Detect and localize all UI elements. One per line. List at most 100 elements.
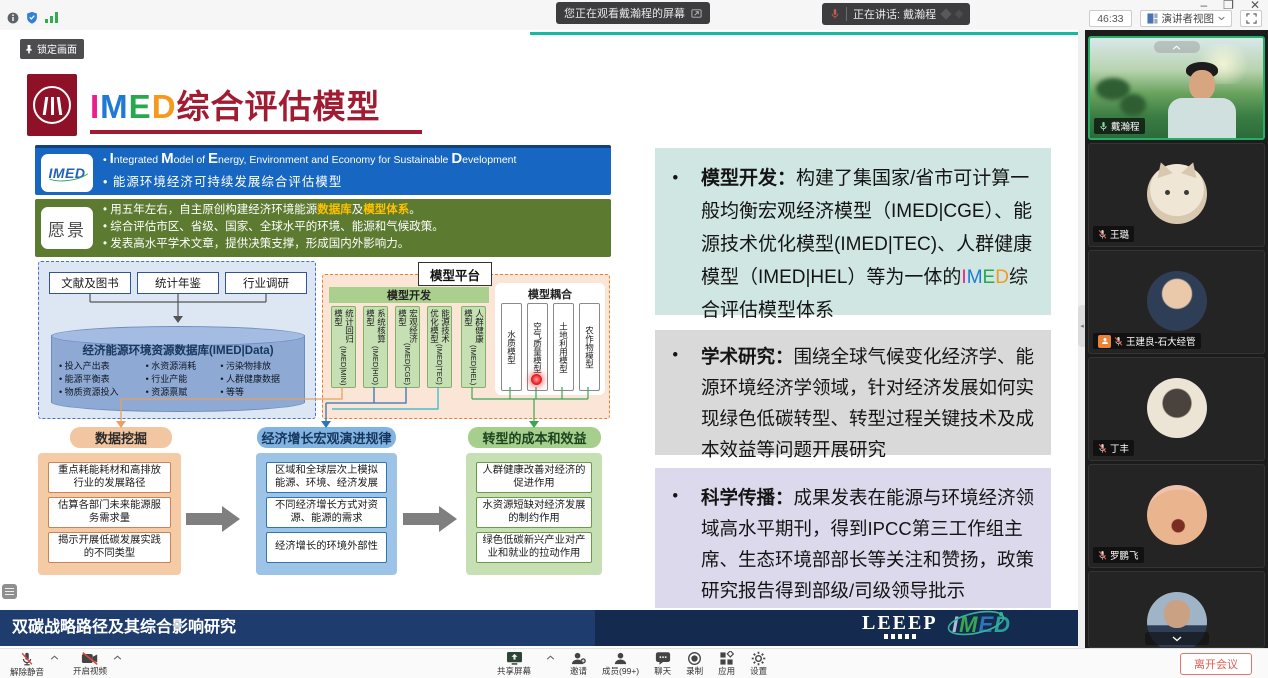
stage-item: 绿色低碳新兴产业对产业和就业的拉动作用 — [476, 532, 592, 563]
share-screen-button[interactable]: 共享屏幕 — [497, 651, 531, 676]
title-letter-m: M — [100, 88, 129, 125]
members-icon — [613, 651, 628, 666]
model-platform-title: 模型平台 — [418, 262, 492, 286]
chat-button[interactable]: 聊天 — [654, 651, 671, 676]
avatar — [1147, 378, 1207, 438]
video-tile[interactable]: 王建良-石大经管 — [1088, 250, 1265, 354]
view-mode-label: 演讲者视图 — [1162, 11, 1215, 26]
participant-label: 王建良-石大经管 — [1093, 333, 1201, 349]
fullscreen-icon — [1246, 13, 1257, 24]
fullscreen-button[interactable] — [1240, 10, 1262, 27]
avatar — [1147, 164, 1207, 224]
model-coupling-group: 模型耦合 水质模型 空气质量模型 土地利用模型 农作物模型 — [495, 283, 605, 395]
shared-screen: 锁定画面 IMED综合评估模型 IMED Integrated Model of… — [0, 30, 1078, 648]
coupling-model-box: 农作物模型 — [579, 303, 600, 391]
vision-line-2: 综合评估市区、省级、国家、全球水平的环境、能源和气候政策。 — [103, 219, 607, 236]
stage-item: 重点耗能耗材和高排放行业的发展路径 — [48, 462, 171, 493]
title-letter-d: D — [152, 88, 177, 125]
apps-icon — [719, 651, 734, 666]
share-screen-icon — [506, 651, 523, 666]
top-bar: 您正在观看戴瀚程的屏幕 正在讲话: 戴瀚程 – ❐ ✕ 46:33 演讲者视图 — [0, 0, 1268, 30]
imed-chinese-name: 能源环境经济可持续发展综合评估模型 — [103, 171, 605, 190]
network-signal-icon[interactable] — [45, 12, 58, 23]
stage-item: 区域和全球层次上模拟能源、环境、经济发展 — [266, 462, 387, 493]
bullet-panel-communication: •科学传播：成果发表在能源与环境经济领域高水平期刊，得到IPCC第三工作组主席、… — [655, 468, 1051, 608]
lock-view-button[interactable]: 锁定画面 — [20, 39, 84, 59]
watching-banner-text: 您正在观看戴瀚程的屏幕 — [564, 5, 685, 21]
stage-pill-transition-cost: 转型的成本和效益 — [468, 427, 601, 448]
video-tile-speaker[interactable]: 戴瀚程 — [1088, 36, 1265, 140]
video-tile[interactable] — [1088, 571, 1265, 648]
database-title: 经济能源环境资源数据库(IMED|Data) — [51, 342, 305, 358]
stage-box-transition-cost: 人群健康改善对经济的促进作用 水资源短缺对经济发展的制约作用 绿色低碳新兴产业对… — [466, 453, 602, 575]
stage-item: 经济增长的环境外部性 — [266, 532, 387, 563]
video-options-chevron[interactable] — [113, 655, 122, 660]
layout-icon — [1147, 13, 1158, 24]
pin-icon — [25, 44, 33, 54]
chat-label: 聊天 — [654, 667, 671, 676]
imed-english-name: Integrated Model of Energy, Environment … — [103, 152, 605, 167]
participant-label: 王璐 — [1093, 226, 1134, 242]
model-box: 人群健康模型(IMED|HEL) — [461, 306, 486, 388]
video-tile[interactable]: 罗鹏飞 — [1088, 464, 1265, 568]
laser-pointer-dot — [531, 374, 542, 385]
record-button[interactable]: 录制 — [686, 651, 703, 676]
share-screen-label: 共享屏幕 — [497, 667, 531, 676]
annotation-toolbar-handle[interactable] — [2, 584, 17, 599]
watching-banner: 您正在观看戴瀚程的屏幕 — [556, 2, 710, 24]
settings-button[interactable]: 设置 — [750, 651, 767, 676]
vision-chip: 愿景 — [41, 207, 93, 249]
flow-arrow — [186, 506, 242, 532]
video-tile[interactable]: 丁丰 — [1088, 357, 1265, 461]
mic-muted-icon — [1114, 336, 1123, 347]
speaking-mic-icon — [830, 8, 840, 20]
speaking-banner-text: 正在讲话: 戴瀚程 — [853, 6, 936, 22]
tile-options-button[interactable] — [1154, 41, 1200, 53]
chevron-up-icon — [1172, 45, 1181, 50]
coupling-model-box: 水质模型 — [501, 303, 522, 391]
info-icon[interactable] — [7, 12, 19, 24]
leave-meeting-button[interactable]: 离开会议 — [1180, 653, 1252, 675]
scroll-more-participants-button[interactable] — [1145, 632, 1209, 645]
share-border-line — [530, 32, 1078, 35]
mic-options-chevron[interactable] — [50, 655, 59, 660]
members-button[interactable]: 成员(99+) — [602, 651, 639, 676]
unmute-button[interactable]: 解除静音 — [10, 651, 44, 677]
invite-button[interactable]: 邀请 — [570, 651, 587, 676]
speaking-banner: 正在讲话: 戴瀚程 — [822, 3, 970, 25]
participant-name: 丁丰 — [1110, 441, 1129, 455]
avatar — [1147, 271, 1207, 331]
security-shield-icon[interactable] — [26, 11, 38, 24]
video-tile[interactable]: 王璐 — [1088, 143, 1265, 247]
apps-button[interactable]: 应用 — [718, 651, 735, 676]
bullet-panel-research: •学术研究：围绕全球气候变化经济学、能源环境经济学领域，针对经济发展如何实现绿色… — [655, 330, 1051, 455]
view-mode-button[interactable]: 演讲者视图 — [1140, 10, 1233, 27]
vision-line-1: 用五年左右，自主原创构建经济环境能源数据库及模型体系。 — [103, 202, 607, 219]
participant-name: 罗鹏飞 — [1110, 548, 1139, 562]
stage-box-data-mining: 重点耗能耗材和高排放行业的发展路径 估算各部门未来能源服务需求量 揭示开展低碳发… — [38, 453, 181, 575]
record-label: 录制 — [686, 667, 703, 676]
participant-label: 丁丰 — [1093, 440, 1134, 456]
participant-label: 罗鹏飞 — [1093, 547, 1144, 563]
mic-muted-icon — [1098, 443, 1107, 454]
mic-muted-icon — [1098, 229, 1107, 240]
title-underline — [90, 130, 422, 134]
invite-label: 邀请 — [570, 667, 587, 676]
mic-on-icon — [1099, 121, 1108, 132]
settings-label: 设置 — [750, 667, 767, 676]
stage-item: 人群健康改善对经济的促进作用 — [476, 462, 592, 493]
model-coupling-header: 模型耦合 — [495, 286, 605, 302]
audio-wave-decor — [940, 8, 951, 19]
audio-wave-decor — [955, 10, 963, 18]
title-letter-i: I — [90, 88, 100, 125]
stage-pill-macro-evolution: 经济增长宏观演进规律 — [257, 427, 396, 448]
apps-label: 应用 — [718, 667, 735, 676]
meeting-toolbar: 解除静音 开启视频 共享屏幕 邀请 成员(99+) — [0, 648, 1268, 678]
flow-arrow — [403, 506, 459, 532]
exit-watch-icon[interactable] — [691, 8, 702, 19]
imed-swoosh-icon — [946, 609, 1010, 639]
start-video-button[interactable]: 开启视频 — [73, 651, 107, 676]
share-options-chevron[interactable] — [546, 655, 555, 660]
slide-footer-title: 双碳战略路径及其综合影响研究 — [12, 610, 236, 646]
model-dev-header: 模型开发 — [329, 287, 489, 303]
